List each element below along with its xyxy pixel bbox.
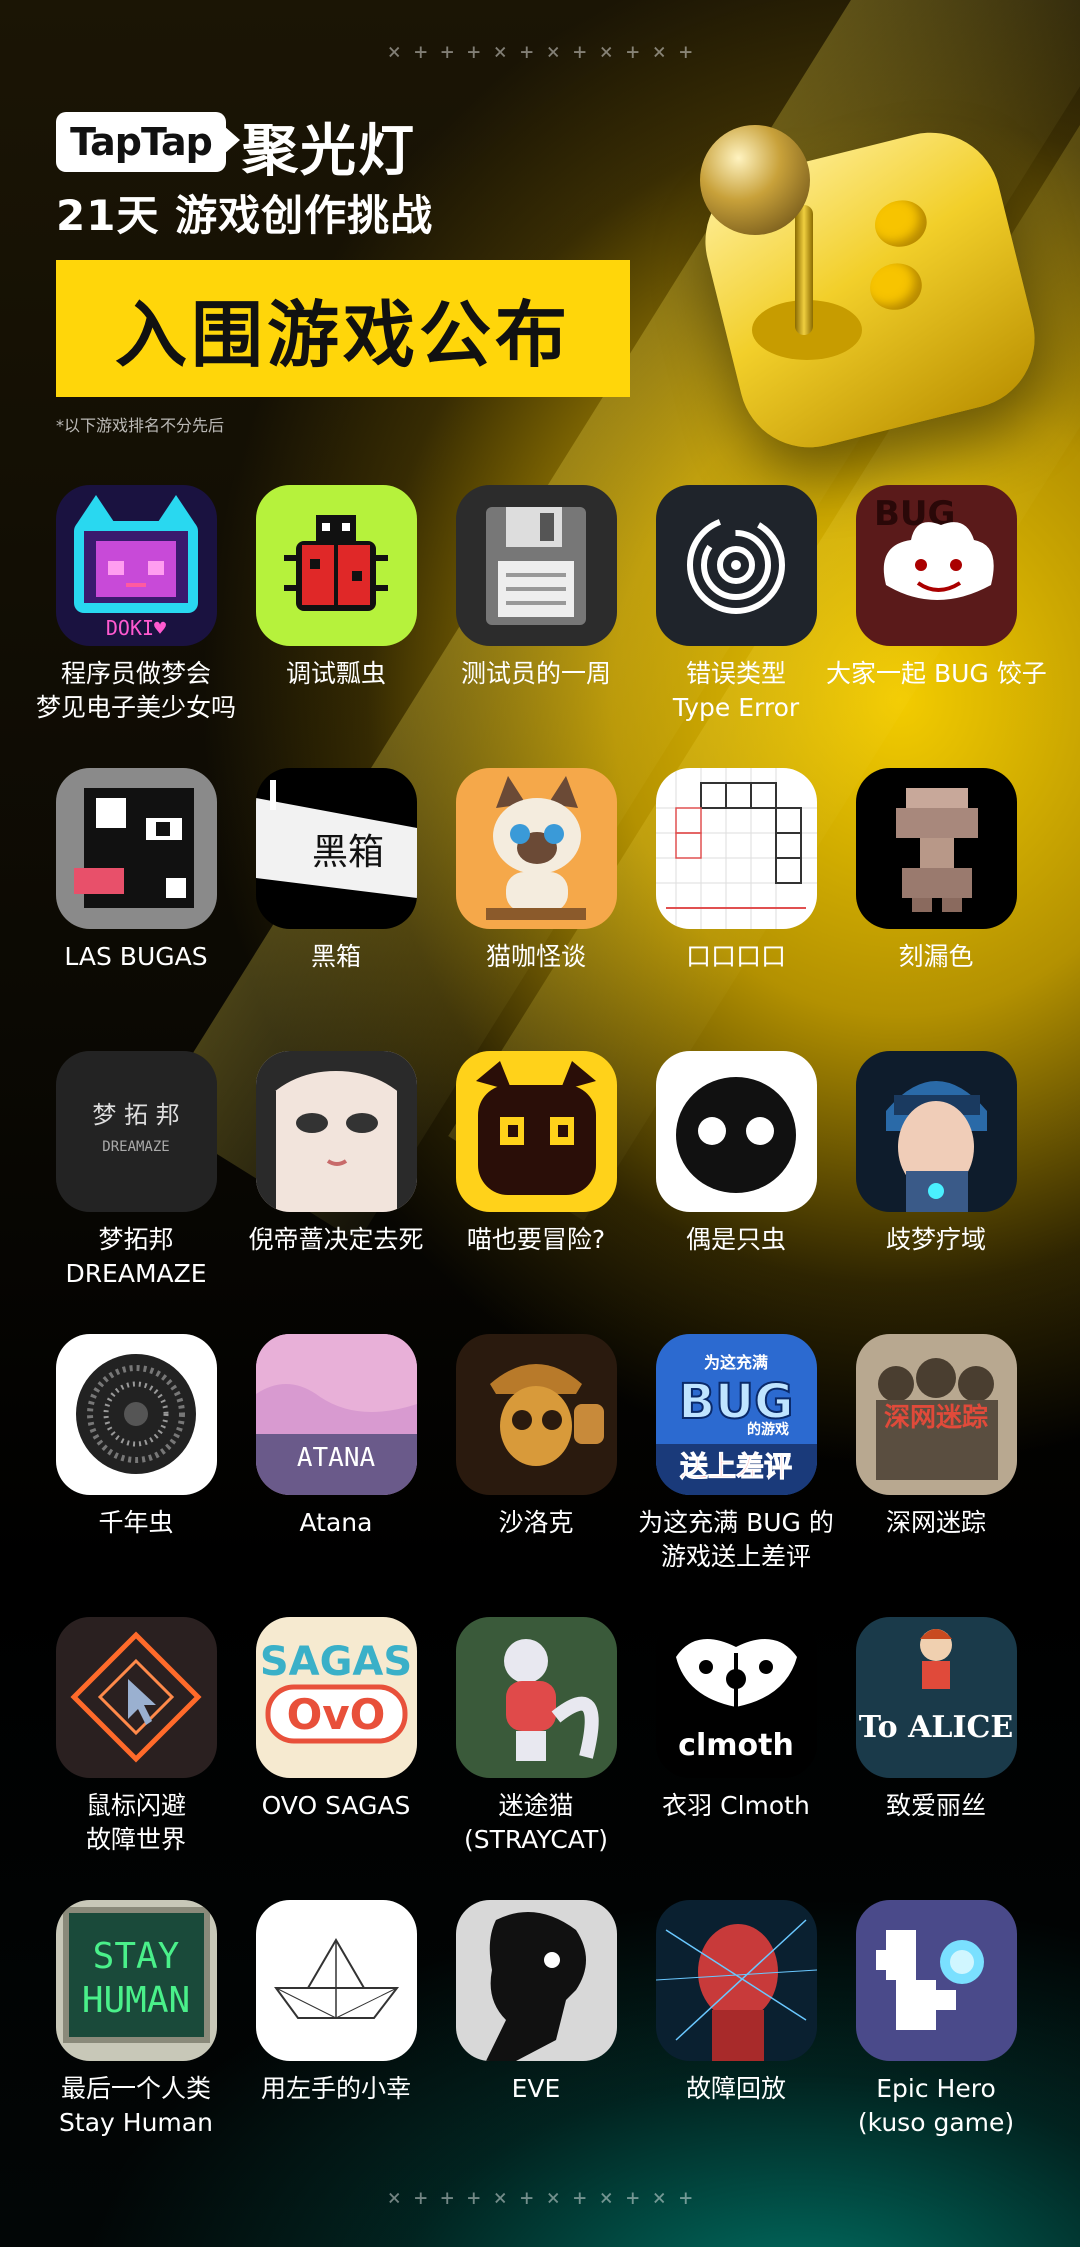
game-title: 最后一个人类 Stay Human	[59, 2074, 213, 2137]
bug-review-icon: 为这充满 BUG 的游戏 送上差评	[656, 1334, 817, 1495]
icon-text: To ALICE	[859, 1710, 1013, 1745]
icon-text: 送上差评	[680, 1450, 792, 1483]
icon-text: DOKI♥	[106, 616, 166, 640]
icon-text: clmoth	[678, 1728, 794, 1763]
floppy-disk-icon	[456, 485, 617, 646]
dumpling-icon: BUG	[856, 485, 1017, 646]
joystick-ball	[700, 125, 810, 235]
game-title: 大家一起 BUG 饺子	[826, 659, 1047, 688]
page-title: 入围游戏公布	[114, 293, 571, 377]
game-title: 千年虫	[98, 1508, 174, 1537]
taptap-logo: TapTap	[56, 112, 240, 172]
icon-text: ATANA	[297, 1443, 376, 1473]
decor-marks-bottom: × + + + × + × + × + × +	[387, 2186, 693, 2211]
icon-text: STAY	[93, 1936, 180, 1977]
cyber-head-icon	[856, 1051, 1017, 1212]
game-title: 错误类型 Type Error	[672, 659, 800, 722]
detective-icon	[456, 1334, 617, 1495]
game-title: 为这充满 BUG 的游戏送上差评	[638, 1508, 834, 1571]
game-title: 衣羽 Clmoth	[662, 1791, 810, 1820]
to-alice-icon: To ALICE	[856, 1617, 1017, 1778]
pixel-face-icon	[56, 768, 217, 929]
game-title: LAS BUGAS	[64, 942, 208, 971]
cursor-diamond-icon	[56, 1617, 217, 1778]
game-title: 鼠标闪避 故障世界	[85, 1791, 186, 1854]
icon-text: HUMAN	[82, 1980, 190, 2021]
target-spiral-icon	[656, 485, 817, 646]
game-title: 偶是只虫	[685, 1225, 786, 1254]
icon-text: DREAMAZE	[102, 1139, 169, 1155]
icon-text: 的游戏	[747, 1421, 789, 1438]
challenge-subtitle: 21天 游戏创作挑战	[56, 191, 434, 240]
game-title: Atana	[299, 1508, 373, 1537]
game-title: 测试员的一周	[460, 659, 611, 688]
ovo-sagas-icon: SAGAS OvO	[256, 1617, 417, 1778]
game-title: 歧梦疗域	[885, 1225, 986, 1254]
page-title-banner: 入围游戏公布	[56, 260, 630, 397]
game-title: EVE	[511, 2074, 561, 2103]
icon-text: OvO	[287, 1690, 386, 1739]
game-title: 深网迷踪	[885, 1508, 986, 1537]
game-title: 猫咖怪谈	[485, 942, 586, 971]
anime-face-icon	[256, 1051, 417, 1212]
game-title: 程序员做梦会 梦见电子美少女吗	[35, 659, 236, 722]
paper-boat-icon	[256, 1900, 417, 2061]
pixel-figure-icon	[856, 768, 1017, 929]
game-title: Epic Hero (kuso game)	[857, 2074, 1015, 2137]
block-puzzle-icon	[656, 768, 817, 929]
game-title: 致爱丽丝	[885, 1791, 986, 1820]
game-title: 黑箱	[310, 942, 361, 971]
noise-circle-icon	[56, 1334, 217, 1495]
ranking-note: *以下游戏排名不分先后	[56, 416, 225, 435]
pixel-fairy-icon	[856, 1900, 1017, 2061]
black-cat-icon	[456, 1051, 617, 1212]
atana-icon: ATANA	[256, 1334, 417, 1495]
icon-text: 黑箱	[312, 832, 384, 873]
game-title: 故障回放	[685, 2074, 786, 2103]
program-title: 聚光灯	[242, 119, 416, 184]
eve-silhouette-icon	[456, 1900, 617, 2061]
siamese-cat-icon	[456, 768, 617, 929]
game-title: 调试瓢虫	[285, 659, 386, 688]
icon-text: 梦 拓 邦	[92, 1101, 179, 1129]
ladybug-icon	[256, 485, 417, 646]
icon-text: SAGAS	[260, 1639, 412, 1685]
black-box-icon: 黑箱	[256, 768, 417, 929]
doki-girl-icon: DOKI♥	[56, 485, 217, 646]
decor-marks-top: × + + + × + × + × + × +	[387, 40, 693, 65]
icon-text: 深网迷踪	[884, 1402, 988, 1433]
joystick-stick	[795, 205, 813, 335]
icon-text: 为这充满	[704, 1353, 768, 1372]
game-title: 迷途猫 (STRAYCAT)	[464, 1791, 608, 1854]
dreamaze-icon: 梦 拓 邦 DREAMAZE	[56, 1051, 217, 1212]
game-title: 倪帝蔷决定去死	[248, 1225, 424, 1254]
game-title: OVO SAGAS	[261, 1791, 411, 1820]
glitch-head-icon	[656, 1900, 817, 2061]
game-title: 梦拓邦 DREAMAZE	[65, 1225, 207, 1288]
bug-eyes-icon	[656, 1051, 817, 1212]
moth-icon: clmoth	[656, 1617, 817, 1778]
game-title: 喵也要冒险?	[466, 1225, 606, 1254]
game-title: 沙洛克	[498, 1508, 574, 1537]
deep-web-icon: 深网迷踪	[856, 1334, 1017, 1495]
straycat-icon	[456, 1617, 617, 1778]
game-title: 用左手的小幸	[260, 2074, 411, 2103]
game-title: 口口口口	[685, 942, 786, 971]
stay-human-icon: STAY HUMAN	[56, 1900, 217, 2061]
game-title: 刻漏色	[898, 942, 974, 971]
